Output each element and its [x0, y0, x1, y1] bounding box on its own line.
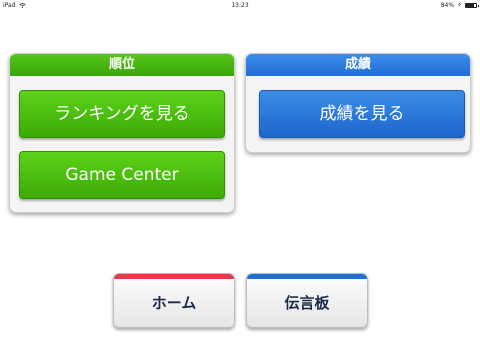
score-panel-title: 成績	[246, 54, 470, 76]
home-accent-stripe	[114, 274, 234, 279]
score-panel: 成績 成績を見る	[245, 53, 471, 153]
message-board-button-label: 伝言板	[284, 294, 330, 312]
view-score-button[interactable]: 成績を見る	[259, 90, 465, 138]
status-right: 84% ⚡	[440, 0, 479, 11]
view-ranking-button[interactable]: ランキングを見る	[19, 90, 225, 138]
game-center-button[interactable]: Game Center	[19, 151, 225, 199]
board-accent-stripe	[247, 274, 367, 279]
ranking-panel: 順位 ランキングを見る Game Center	[9, 53, 235, 213]
charging-icon: ⚡	[457, 1, 462, 9]
status-bar: iPad 13:23 84% ⚡	[0, 0, 480, 11]
battery-percent: 84%	[440, 2, 455, 9]
message-board-button[interactable]: 伝言板	[246, 273, 368, 328]
status-time: 13:23	[231, 2, 249, 9]
battery-icon	[465, 3, 479, 8]
home-button-label: ホーム	[151, 294, 197, 312]
app-screen: iPad 13:23 84% ⚡ 順位 ランキングを見る Game Center…	[0, 0, 480, 360]
ranking-panel-title: 順位	[10, 54, 234, 76]
home-button[interactable]: ホーム	[113, 273, 235, 328]
